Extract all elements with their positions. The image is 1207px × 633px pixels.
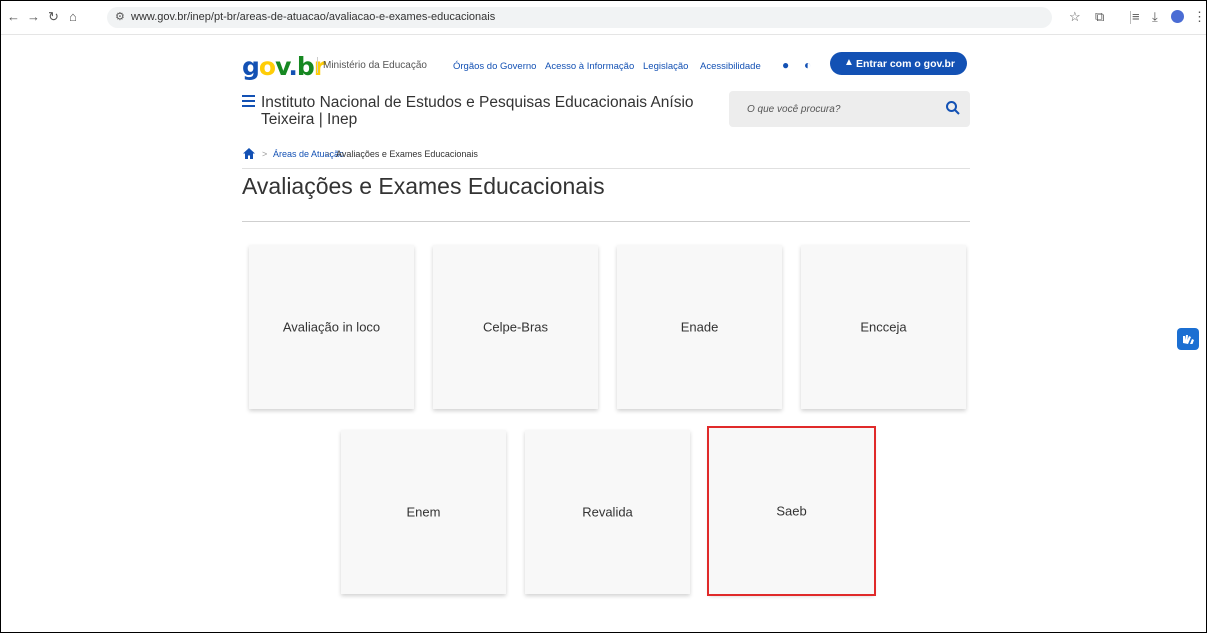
card-saeb[interactable]: Saeb (707, 426, 876, 596)
card-label: Enade (680, 319, 719, 335)
link-acessibilidade[interactable]: Acessibilidade (700, 61, 761, 72)
browser-toolbar: ← → ↻ ⌂ ⚙ www.gov.br/inep/pt-br/areas-de… (1, 1, 1206, 35)
card-label: Enem (406, 504, 441, 520)
link-orgaos-governo[interactable]: Órgãos do Governo (453, 61, 536, 72)
card-label: Celpe-Bras (482, 319, 549, 335)
breadcrumb-separator-icon: > (262, 149, 268, 159)
contrast-icon[interactable]: ◐ (804, 58, 811, 72)
divider (242, 168, 970, 169)
page-title: Avaliações e Exames Educacionais (242, 173, 605, 199)
card-revalida[interactable]: Revalida (525, 430, 690, 594)
card-avaliacao-in-loco[interactable]: Avaliação in loco (249, 245, 414, 409)
user-icon: ▲ (844, 57, 854, 68)
card-enem[interactable]: Enem (341, 430, 506, 594)
govbr-logo[interactable]: gov.br (242, 52, 326, 81)
link-legislacao[interactable]: Legislação (643, 61, 688, 72)
search-input[interactable]: O que você procura? (729, 91, 970, 127)
bookmark-star-icon[interactable]: ☆ (1069, 9, 1081, 25)
hands-icon (1183, 335, 1194, 344)
breadcrumb-areas-atuacao[interactable]: Áreas de Atuação (273, 149, 344, 159)
site-settings-icon[interactable]: ⚙ (115, 10, 125, 23)
hamburger-menu-icon[interactable] (242, 95, 255, 107)
login-button[interactable]: ▲ Entrar com o gov.br (830, 52, 967, 75)
vlibras-accessibility-icon[interactable] (1177, 328, 1199, 350)
home-button-icon[interactable]: ⌂ (69, 9, 77, 25)
search-placeholder: O que você procura? (747, 104, 841, 115)
card-enade[interactable]: Enade (617, 245, 782, 409)
card-label: Saeb (776, 503, 807, 519)
link-acesso-informacao[interactable]: Acesso à Informação (545, 61, 634, 72)
ministry-label: Ministério da Educação (323, 60, 427, 71)
url-text: www.gov.br/inep/pt-br/areas-de-atuacao/a… (131, 11, 496, 23)
search-icon[interactable] (945, 100, 961, 116)
forward-icon[interactable]: → (27, 9, 40, 25)
address-bar[interactable]: ⚙ www.gov.br/inep/pt-br/areas-de-atuacao… (107, 7, 1052, 28)
download-icon[interactable]: ⤓ (1152, 9, 1158, 25)
color-theme-icon[interactable]: ● (782, 58, 789, 72)
more-menu-icon[interactable]: ⋮ (1193, 9, 1206, 25)
reload-icon[interactable]: ↻ (48, 9, 59, 25)
header-divider (317, 57, 318, 73)
toolbar-divider (1130, 11, 1131, 24)
profile-avatar-icon[interactable] (1171, 10, 1184, 23)
back-icon[interactable]: ← (7, 9, 20, 25)
card-label: Encceja (860, 319, 907, 335)
reading-mode-icon[interactable]: ≡ (1132, 9, 1140, 24)
card-label: Avaliação in loco (282, 319, 381, 335)
card-encceja[interactable]: Encceja (801, 245, 966, 409)
extensions-icon[interactable]: ⧉ (1095, 9, 1104, 25)
card-celpe-bras[interactable]: Celpe-Bras (433, 245, 598, 409)
breadcrumb-current: Avaliações e Exames Educacionais (336, 149, 478, 159)
site-title[interactable]: Instituto Nacional de Estudos e Pesquisa… (261, 94, 701, 128)
home-icon[interactable] (243, 148, 255, 159)
card-label: Revalida (582, 504, 633, 520)
divider (242, 221, 970, 222)
breadcrumb-separator-icon: > (325, 149, 331, 159)
